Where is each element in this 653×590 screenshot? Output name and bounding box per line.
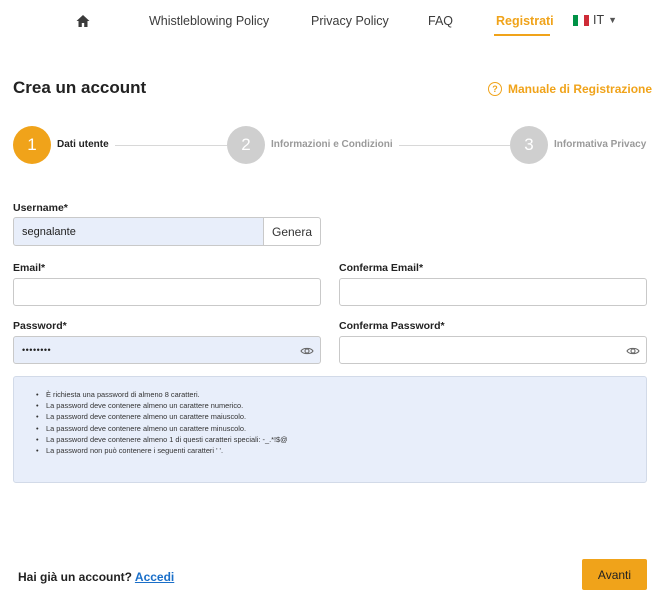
password-rule: È richiesta una password di almeno 8 car… (36, 389, 632, 400)
question-circle-icon: ? (488, 82, 502, 96)
nav-whistleblowing-policy[interactable]: Whistleblowing Policy (149, 14, 269, 28)
step-3-circle: 3 (510, 126, 548, 164)
registration-manual-label: Manuale di Registrazione (508, 82, 653, 96)
existing-account-prompt: Hai già un account? Accedi (18, 570, 174, 584)
password-rule: La password deve contenere almeno un car… (36, 411, 632, 422)
confirm-password-label: Conferma Password* (339, 320, 445, 332)
step-1-label: Dati utente (51, 139, 115, 150)
password-input[interactable]: •••••••• (13, 336, 321, 364)
confirm-password-input[interactable] (339, 336, 647, 364)
show-password-eye-icon[interactable] (300, 345, 314, 357)
username-input[interactable]: segnalante (13, 217, 264, 246)
password-rules-list: È richiesta una password di almeno 8 car… (36, 389, 632, 456)
top-nav: Whistleblowing Policy Privacy Policy FAQ… (0, 0, 653, 44)
active-nav-underline (494, 34, 550, 36)
confirm-email-input[interactable] (339, 278, 647, 306)
step-1-circle: 1 (13, 126, 51, 164)
caret-down-icon: ▼ (608, 15, 618, 25)
confirm-email-label: Conferma Email* (339, 262, 424, 274)
step-2-circle: 2 (227, 126, 265, 164)
registration-manual-link[interactable]: ? Manuale di Registrazione (488, 82, 652, 96)
login-link[interactable]: Accedi (135, 570, 174, 584)
step-3-label: Informativa Privacy (548, 139, 653, 150)
nav-registrati[interactable]: Registrati (496, 14, 554, 28)
existing-account-question: Hai già un account? (18, 570, 133, 584)
italy-flag-icon (573, 14, 589, 26)
email-label: Email* (13, 262, 46, 274)
nav-faq[interactable]: FAQ (428, 14, 453, 28)
show-confirm-password-eye-icon[interactable] (626, 345, 640, 357)
next-button[interactable]: Avanti (582, 559, 647, 590)
username-label: Username* (13, 202, 68, 214)
generate-username-button[interactable]: Genera (263, 217, 321, 246)
password-rule: La password deve contenere almeno un car… (36, 423, 632, 434)
language-selector[interactable]: IT ▼ (573, 13, 617, 27)
password-rule: La password deve contenere almeno un car… (36, 400, 632, 411)
password-rule: La password deve contenere almeno 1 di q… (36, 434, 632, 445)
password-rule: La password non può contenere i seguenti… (36, 445, 632, 456)
page-title: Crea un account (13, 78, 147, 97)
password-label: Password* (13, 320, 67, 332)
language-code: IT (593, 13, 605, 27)
nav-privacy-policy[interactable]: Privacy Policy (311, 14, 389, 28)
email-input[interactable] (13, 278, 321, 306)
password-rules-box: È richiesta una password di almeno 8 car… (13, 376, 647, 483)
home-icon[interactable] (75, 13, 91, 29)
step-2-label: Informazioni e Condizioni (265, 139, 399, 150)
